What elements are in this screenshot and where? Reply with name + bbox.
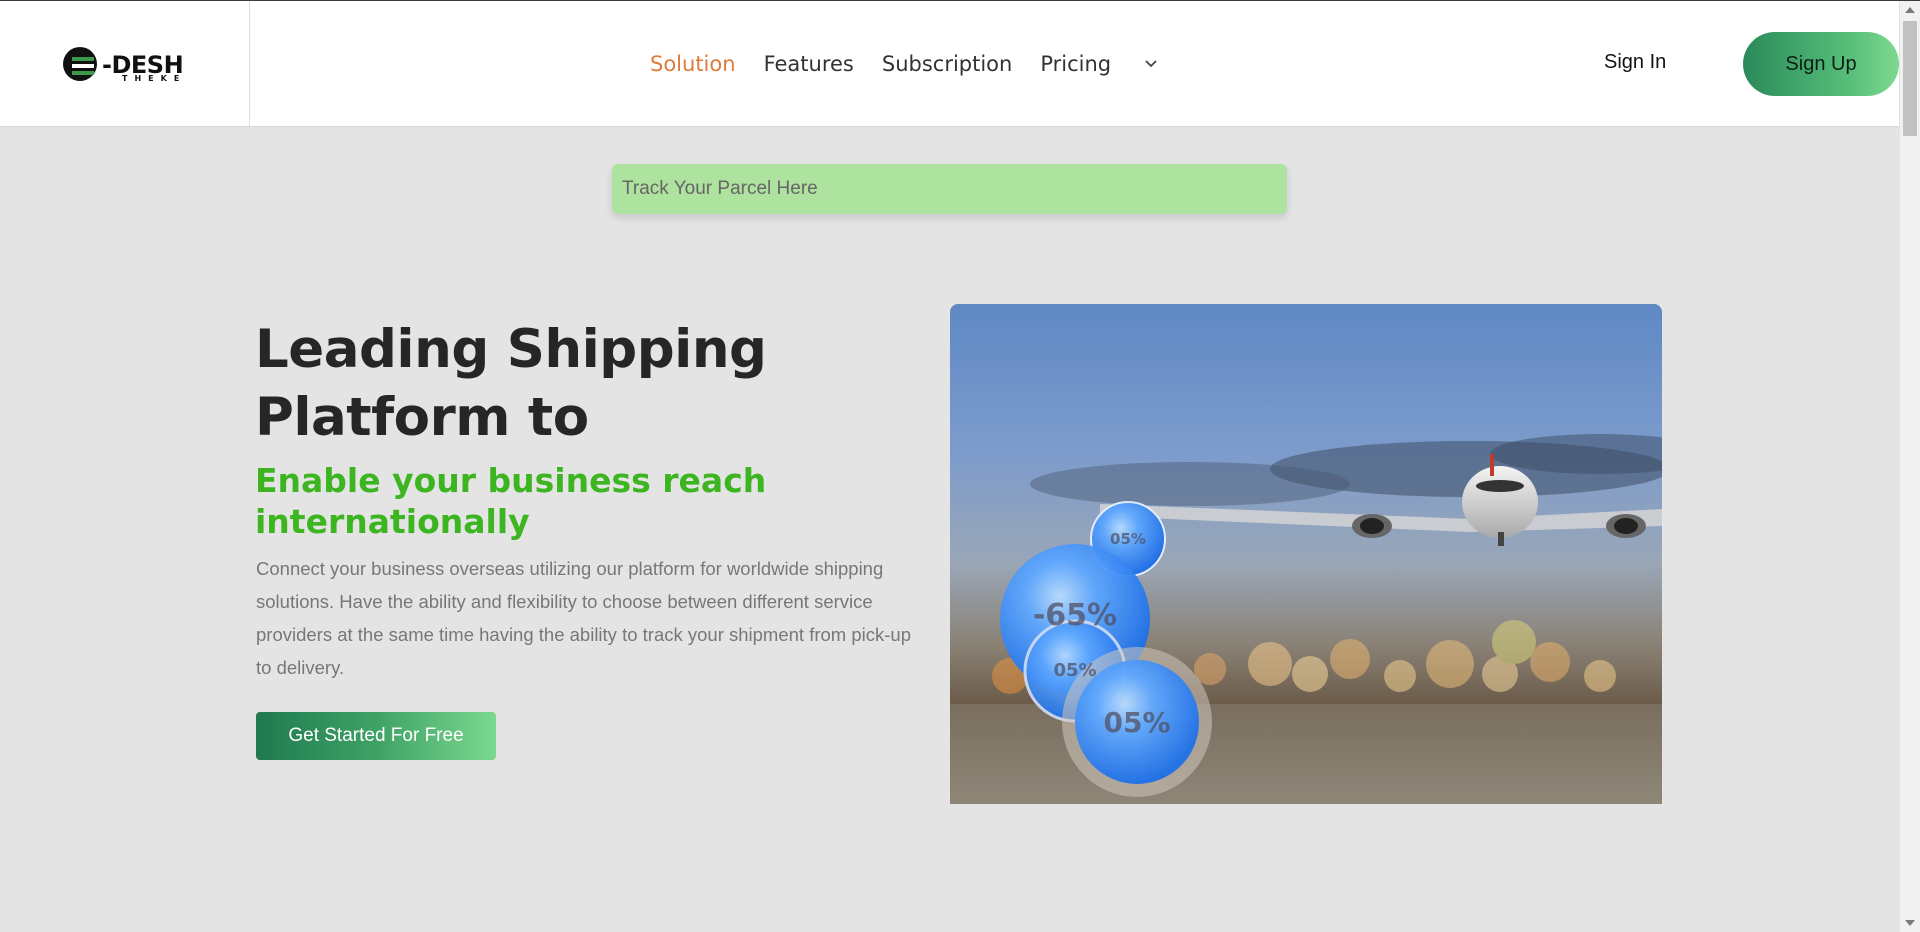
nav-item-subscription[interactable]: Subscription: [882, 52, 1012, 76]
sign-in-link[interactable]: Sign In: [1604, 51, 1666, 74]
chevron-down-icon[interactable]: [1141, 54, 1161, 74]
scroll-thumb[interactable]: [1903, 21, 1917, 136]
hero-airplane-image: 05% -65% 05% 05%: [950, 304, 1662, 804]
scroll-down-arrow-icon[interactable]: [1905, 920, 1915, 926]
nav-item-features[interactable]: Features: [764, 52, 854, 76]
airplane-scene: [950, 434, 1662, 804]
bubble-label-medium: 05%: [1053, 660, 1097, 681]
sign-up-button[interactable]: Sign Up: [1743, 32, 1899, 96]
scroll-up-arrow-icon[interactable]: [1905, 7, 1915, 13]
track-parcel-input[interactable]: [612, 164, 1287, 214]
logo-cell: -DESH THEKE: [0, 1, 250, 127]
main-nav: Solution Features Subscription Pricing: [650, 1, 1161, 127]
page-scrollbar[interactable]: [1899, 1, 1920, 932]
nav-item-solution[interactable]: Solution: [650, 52, 736, 76]
hero-subtitle: Enable your business reach international…: [255, 461, 767, 541]
get-started-button[interactable]: Get Started For Free: [256, 712, 496, 760]
hero-title: Leading Shipping Platform to: [255, 319, 767, 448]
nav-item-pricing[interactable]: Pricing: [1040, 52, 1111, 76]
brand-logo[interactable]: -DESH THEKE: [62, 45, 204, 87]
bubble-label-small: 05%: [1110, 530, 1146, 548]
bubble-label-bottom: 05%: [1103, 706, 1171, 739]
hero-description: Connect your business overseas utilizing…: [256, 558, 911, 678]
logo-subtext: THEKE: [122, 74, 187, 83]
bubble-label-large: -65%: [1032, 598, 1118, 633]
site-header: -DESH THEKE Solution Features Subscripti…: [0, 1, 1899, 127]
